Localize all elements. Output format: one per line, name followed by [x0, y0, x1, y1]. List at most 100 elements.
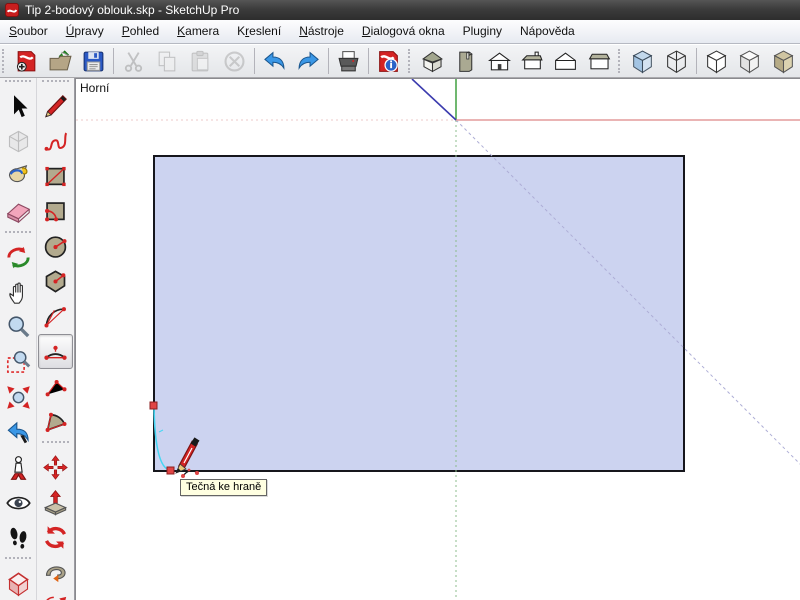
- tool-pie[interactable]: [37, 404, 74, 439]
- arc-end-marker: [167, 467, 174, 474]
- tool-walk[interactable]: [0, 520, 36, 555]
- tool-position-camera[interactable]: [0, 450, 36, 485]
- tool-freehand[interactable]: [37, 124, 74, 159]
- view-back-icon: [587, 49, 612, 74]
- hidden-line-button[interactable]: [700, 46, 733, 76]
- tool-section-plane[interactable]: [0, 566, 36, 600]
- arc-icon: [42, 303, 69, 330]
- tool-select[interactable]: [0, 89, 36, 124]
- menu-n-stroje[interactable]: Nástroje: [290, 20, 353, 43]
- paste-icon: [188, 49, 213, 74]
- top-toolbar: [0, 45, 800, 78]
- shaded-button[interactable]: [733, 46, 766, 76]
- tool-zoom-window[interactable]: [0, 345, 36, 380]
- menu-kamera[interactable]: Kamera: [168, 20, 228, 43]
- print-icon: [336, 49, 361, 74]
- shaded-icon: [737, 49, 762, 74]
- tool-eraser[interactable]: [0, 194, 36, 229]
- pan-icon: [5, 279, 32, 306]
- menu-pohled[interactable]: Pohled: [113, 20, 168, 43]
- erase-button[interactable]: [217, 46, 250, 76]
- arc-3point-icon: [42, 373, 69, 400]
- tool-look-around[interactable]: [0, 485, 36, 520]
- menu-kreslen-[interactable]: Kreslení: [228, 20, 290, 43]
- freehand-icon: [42, 128, 69, 155]
- palette-right-column: [37, 78, 74, 600]
- tool-arc-3point[interactable]: [37, 369, 74, 404]
- drawing-canvas[interactable]: Horní Tečná ke hraně: [75, 78, 800, 600]
- tool-polygon[interactable]: [37, 264, 74, 299]
- model-info-icon: [376, 49, 401, 74]
- view-iso-icon: [420, 49, 445, 74]
- tool-rectangle[interactable]: [37, 159, 74, 194]
- previous-icon: [5, 419, 32, 446]
- tool-make-component[interactable]: [0, 124, 36, 159]
- zoom-extents-icon: [5, 384, 32, 411]
- tool-move[interactable]: [37, 450, 74, 485]
- wireframe-button[interactable]: [659, 46, 692, 76]
- tool-paint-bucket[interactable]: [0, 159, 36, 194]
- eraser-icon: [5, 198, 32, 225]
- copy-icon: [155, 49, 180, 74]
- tool-rotate[interactable]: [37, 520, 74, 555]
- model-info-button[interactable]: [372, 46, 405, 76]
- tool-previous-view[interactable]: [0, 415, 36, 450]
- menu-soubor[interactable]: Soubor: [0, 20, 57, 43]
- open-button[interactable]: [43, 46, 76, 76]
- view-top-button[interactable]: [449, 46, 482, 76]
- view-left-icon: [553, 49, 578, 74]
- menu-n-pov-da[interactable]: Nápověda: [511, 20, 584, 43]
- tool-arc[interactable]: [37, 299, 74, 334]
- cut-button[interactable]: [117, 46, 150, 76]
- view-left-button[interactable]: [549, 46, 582, 76]
- menu--pravy[interactable]: Úpravy: [57, 20, 113, 43]
- new-button[interactable]: [10, 46, 43, 76]
- shaded-textures-icon: [771, 49, 796, 74]
- paint-icon: [5, 163, 32, 190]
- xray-button[interactable]: [626, 46, 659, 76]
- view-back-button[interactable]: [583, 46, 616, 76]
- copy-button[interactable]: [151, 46, 184, 76]
- section-plane-icon: [5, 570, 32, 597]
- tool-line[interactable]: [37, 89, 74, 124]
- sketchup-logo-icon: [5, 3, 19, 17]
- view-front-button[interactable]: [482, 46, 515, 76]
- save-button[interactable]: [77, 46, 110, 76]
- redo-button[interactable]: [291, 46, 324, 76]
- paste-button[interactable]: [184, 46, 217, 76]
- redo-icon: [296, 49, 321, 74]
- tool-follow-me[interactable]: [37, 555, 74, 590]
- print-button[interactable]: [332, 46, 365, 76]
- menu-dialogov-okna[interactable]: Dialogová okna: [353, 20, 454, 43]
- view-top-icon: [453, 49, 478, 74]
- blue-axis: [412, 79, 456, 120]
- tool-zoom-extents[interactable]: [0, 380, 36, 415]
- pushpull-icon: [42, 489, 69, 516]
- tool-rotated-rectangle[interactable]: [37, 194, 74, 229]
- toolbar-grip: [618, 49, 623, 73]
- view-right-button[interactable]: [516, 46, 549, 76]
- menu-pluginy[interactable]: Pluginy: [454, 20, 511, 43]
- tool-push-pull[interactable]: [37, 485, 74, 520]
- toolbar-separator: [113, 48, 114, 74]
- tool-offset[interactable]: [37, 590, 74, 600]
- toolbar-grip: [408, 49, 413, 73]
- tool-orbit[interactable]: [0, 240, 36, 275]
- tool-arc-2point[interactable]: [38, 334, 73, 369]
- zoom-icon: [5, 314, 32, 341]
- shaded-textures-button[interactable]: [767, 46, 800, 76]
- tool-zoom[interactable]: [0, 310, 36, 345]
- pie-icon: [42, 408, 69, 435]
- component-icon: [5, 128, 32, 155]
- palette-grip: [5, 80, 31, 89]
- view-right-icon: [520, 49, 545, 74]
- undo-button[interactable]: [258, 46, 291, 76]
- view-iso-button[interactable]: [415, 46, 448, 76]
- tool-pan[interactable]: [0, 275, 36, 310]
- tool-circle[interactable]: [37, 229, 74, 264]
- model-rectangle[interactable]: [154, 156, 684, 471]
- cut-icon: [121, 49, 146, 74]
- look-around-icon: [5, 489, 32, 516]
- rotated-rectangle-icon: [42, 198, 69, 225]
- toolbar-separator: [328, 48, 329, 74]
